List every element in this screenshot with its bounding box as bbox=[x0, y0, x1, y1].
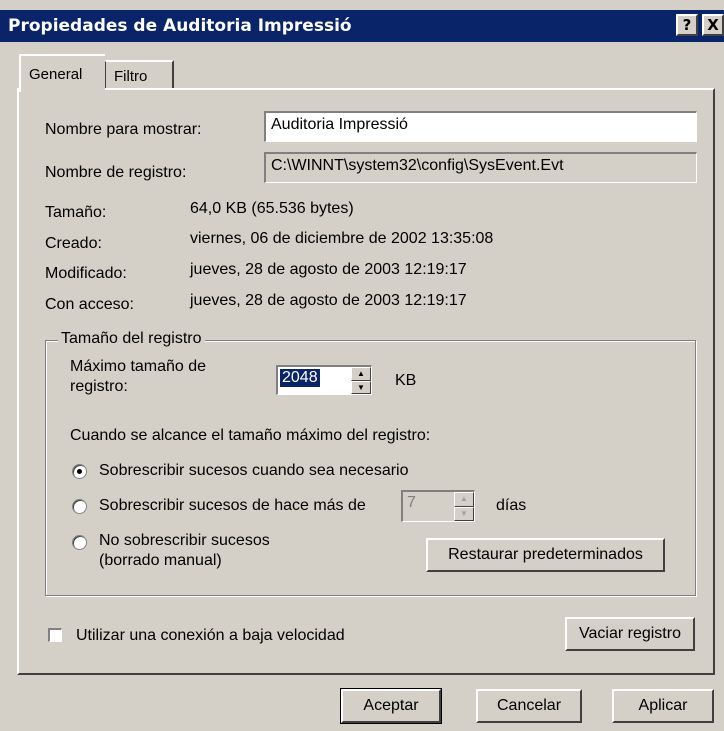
days-spinner: 7 ▲ ▼ bbox=[401, 490, 475, 522]
window-title: Propiedades de Auditoria Impressió bbox=[8, 16, 352, 36]
created-value: viernes, 06 de diciembre de 2002 13:35:0… bbox=[190, 230, 494, 247]
accessed-label: Con acceso: bbox=[45, 296, 134, 313]
max-size-unit: KB bbox=[395, 372, 417, 389]
spin-up-icon[interactable]: ▲ bbox=[351, 367, 371, 381]
tab-filtro-label: Filtro bbox=[114, 68, 148, 85]
created-label: Creado: bbox=[45, 235, 102, 252]
log-name-label: Nombre de registro: bbox=[45, 164, 187, 181]
accessed-value: jueves, 28 de agosto de 2003 12:19:17 bbox=[190, 292, 467, 309]
close-button[interactable]: X bbox=[702, 14, 724, 36]
title-bar[interactable]: Propiedades de Auditoria Impressió ? X bbox=[0, 10, 724, 42]
radio-selected-dot bbox=[77, 469, 82, 474]
log-name-field: C:\WINNT\system32\config\SysEvent.Evt bbox=[264, 152, 697, 183]
properties-dialog: Propiedades de Auditoria Impressió ? X G… bbox=[0, 0, 724, 731]
size-value: 64,0 KB (65.536 bytes) bbox=[190, 200, 354, 217]
low-speed-checkbox[interactable] bbox=[48, 628, 62, 642]
tab-general-label: General bbox=[29, 66, 83, 83]
max-size-value[interactable]: 2048 bbox=[280, 369, 320, 387]
no-overwrite-label-line1[interactable]: No sobrescribir sucesos bbox=[99, 532, 270, 550]
overwrite-radio[interactable] bbox=[72, 464, 87, 479]
no-overwrite-radio[interactable] bbox=[72, 535, 87, 550]
days-value: 7 bbox=[407, 494, 416, 511]
apply-button[interactable]: Aplicar bbox=[612, 689, 714, 723]
tab-filtro[interactable]: Filtro bbox=[104, 60, 174, 90]
clear-log-button[interactable]: Vaciar registro bbox=[565, 617, 695, 651]
ok-button[interactable]: Aceptar bbox=[340, 688, 442, 724]
when-full-label: Cuando se alcance el tamaño máximo del r… bbox=[70, 427, 431, 444]
low-speed-label[interactable]: Utilizar una conexión a baja velocidad bbox=[76, 627, 345, 645]
modified-label: Modificado: bbox=[45, 265, 127, 282]
overwrite-older-radio[interactable] bbox=[72, 499, 87, 514]
days-unit: días bbox=[496, 497, 527, 514]
tab-general[interactable]: General bbox=[19, 54, 105, 92]
days-spin-up-icon: ▲ bbox=[454, 492, 474, 507]
spin-down-icon[interactable]: ▼ bbox=[351, 380, 371, 394]
days-spin-down-icon: ▼ bbox=[454, 506, 474, 521]
modified-value: jueves, 28 de agosto de 2003 12:19:17 bbox=[190, 261, 467, 278]
display-name-input[interactable]: Auditoria Impressió bbox=[264, 111, 697, 142]
overwrite-label[interactable]: Sobrescribir sucesos cuando sea necesari… bbox=[99, 462, 409, 480]
help-button[interactable]: ? bbox=[676, 14, 698, 36]
display-name-label: Nombre para mostrar: bbox=[45, 121, 202, 138]
size-label: Tamaño: bbox=[45, 204, 107, 221]
max-size-label-line2: registro: bbox=[70, 378, 128, 395]
max-size-label-line1: Máximo tamaño de bbox=[70, 358, 207, 375]
cancel-button[interactable]: Cancelar bbox=[476, 689, 582, 723]
restore-defaults-button[interactable]: Restaurar predeterminados bbox=[426, 538, 665, 572]
no-overwrite-label-line2: (borrado manual) bbox=[99, 552, 222, 569]
max-size-spinner[interactable]: 2048 ▲ ▼ bbox=[276, 365, 372, 395]
log-size-group-label: Tamaño del registro bbox=[58, 330, 205, 348]
overwrite-older-label[interactable]: Sobrescribir sucesos de hace más de bbox=[99, 497, 366, 515]
